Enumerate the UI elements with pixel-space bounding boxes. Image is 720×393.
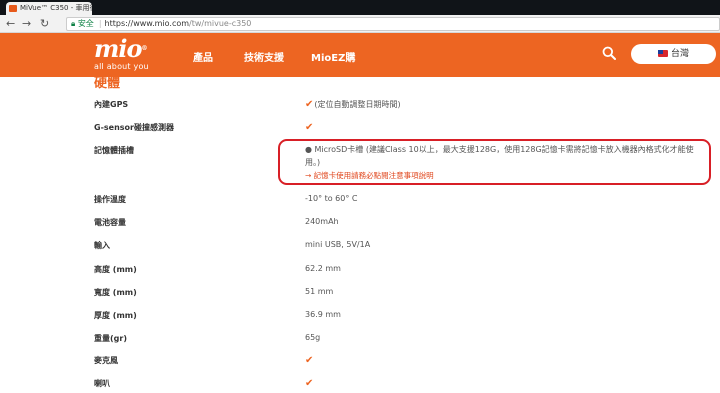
nav-mioez[interactable]: MioEZ購 xyxy=(311,49,355,64)
spec-label: 記憶體插槽 xyxy=(94,146,134,155)
url-field[interactable]: 🔒︎ 安全 | https://www.mio.com/tw/mivue-c350 xyxy=(66,17,720,31)
spec-value: 36.9 mm xyxy=(305,310,341,319)
site-header: mio® all about you 產品 技術支援 MioEZ購 台灣 xyxy=(0,33,720,77)
check-icon: ✔ xyxy=(305,122,314,133)
spec-value: mini USB, 5V/1A xyxy=(305,240,371,249)
spec-label: 重量(gr) xyxy=(94,334,127,343)
check-icon: ✔ xyxy=(305,355,314,366)
logo-mark: mio xyxy=(94,34,143,63)
nav-support[interactable]: 技術支援 xyxy=(244,49,284,64)
url-domain: https://www.mio.com xyxy=(104,19,190,28)
memory-slot-description: ● MicroSD卡槽 (建議Class 10以上，最大支援128G，使用128… xyxy=(305,145,694,167)
registered-icon: ® xyxy=(141,45,148,52)
search-icon[interactable] xyxy=(602,46,616,60)
browser-tab[interactable]: MiVue™ C350 - 車用行 xyxy=(6,2,92,15)
logo-tagline: all about you xyxy=(94,62,149,71)
spec-value: -10° to 60° C xyxy=(305,194,358,203)
memory-card-notice-link[interactable]: → 記憶卡使用請務必點閱注意事項說明 xyxy=(305,170,434,181)
section-title: 硬體 xyxy=(94,76,121,91)
taiwan-flag-icon xyxy=(657,50,668,57)
reload-icon[interactable]: ↻ xyxy=(40,16,49,32)
back-icon[interactable]: ← xyxy=(6,16,15,32)
forward-icon[interactable]: → xyxy=(22,16,31,32)
spec-label: 電池容量 xyxy=(94,218,126,227)
spec-value: 240mAh xyxy=(305,217,339,226)
nav-products[interactable]: 產品 xyxy=(193,49,213,64)
url-path: /tw/mivue-c350 xyxy=(189,19,252,28)
spec-label: 內建GPS xyxy=(94,100,129,109)
spec-value: 65g xyxy=(305,333,321,342)
browser-addressbar: ← → ↻ 🔒︎ 安全 | https://www.mio.com/tw/mivue… xyxy=(0,15,720,33)
browser-titlebar: MiVue™ C350 - 車用行 xyxy=(0,0,720,15)
tab-title: MiVue™ C350 - 車用行 xyxy=(20,4,92,12)
spec-value: ✔ xyxy=(305,378,314,389)
spec-value: ✔(定位自動調整日期時間) xyxy=(305,99,401,110)
spec-label: 寬度 (mm) xyxy=(94,288,137,297)
mio-favicon-icon xyxy=(9,5,17,12)
spec-label: 厚度 (mm) xyxy=(94,311,137,320)
spec-label: 喇叭 xyxy=(94,379,110,388)
check-icon: ✔ xyxy=(305,99,314,110)
url-separator: | xyxy=(98,19,102,28)
spec-value: 62.2 mm xyxy=(305,264,341,273)
spec-label: G-sensor碰撞感測器 xyxy=(94,123,174,132)
region-selector[interactable]: 台灣 xyxy=(631,44,716,64)
region-label: 台灣 xyxy=(670,49,689,59)
check-icon: ✔ xyxy=(305,378,314,389)
spec-label: 麥克風 xyxy=(94,356,118,365)
spec-label: 操作溫度 xyxy=(94,195,126,204)
spec-label: 高度 (mm) xyxy=(94,265,137,274)
secure-label: 安全 xyxy=(77,19,94,28)
spec-value: ✔ xyxy=(305,355,314,366)
gps-note: (定位自動調整日期時間) xyxy=(314,100,401,109)
spec-value: 51 mm xyxy=(305,287,334,296)
spec-label: 輸入 xyxy=(94,241,110,250)
lock-icon: 🔒︎ xyxy=(71,19,76,28)
mio-logo[interactable]: mio® all about you xyxy=(94,34,149,72)
spec-value: ✔ xyxy=(305,122,314,133)
